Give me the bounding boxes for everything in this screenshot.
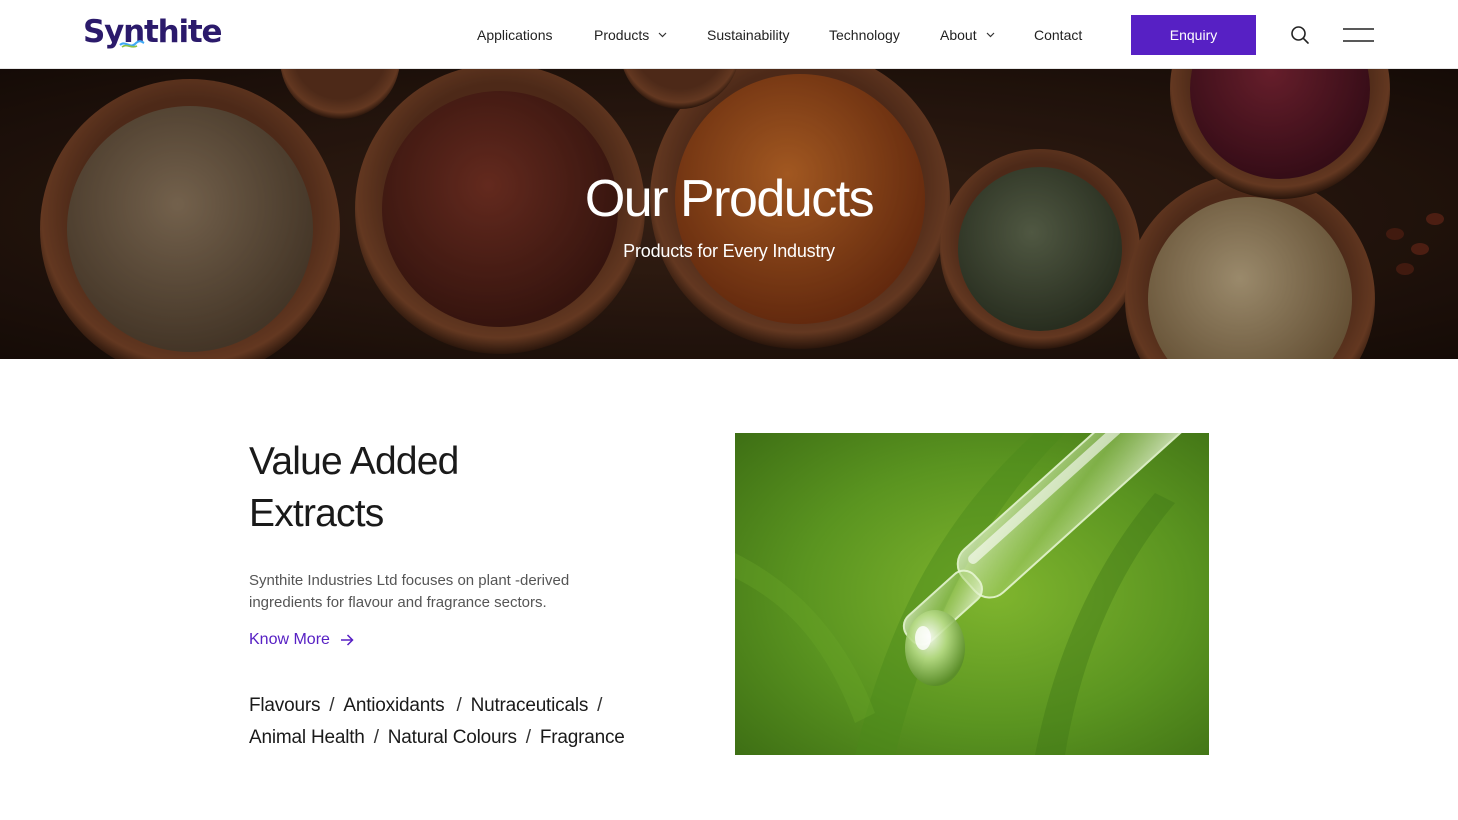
nav-technology[interactable]: Technology — [829, 24, 900, 46]
chevron-down-icon — [658, 32, 667, 38]
tag-animal-health[interactable]: Animal Health — [249, 727, 365, 748]
nav-label: Products — [594, 27, 650, 43]
logo-text: Synthite — [83, 14, 223, 50]
tag-separator: / — [329, 695, 335, 716]
tag-separator: / — [373, 727, 379, 748]
site-header: Synthite Applications Products Sustainab… — [0, 0, 1458, 69]
nav-label: Applications — [477, 27, 553, 43]
know-more-link[interactable]: Know More — [249, 629, 354, 651]
nav-label: Contact — [1034, 27, 1083, 43]
hamburger-menu-icon[interactable] — [1342, 27, 1375, 43]
nav-products[interactable]: Products — [594, 24, 667, 46]
section-title: Value Added Extracts — [249, 436, 609, 540]
tag-natural-colours[interactable]: Natural Colours — [388, 727, 517, 748]
arrow-right-icon — [340, 634, 354, 646]
logo-wave-icon — [119, 40, 145, 48]
nav-contact[interactable]: Contact — [1034, 24, 1082, 46]
section-title-line1: Value Added — [249, 440, 459, 483]
tag-antioxidants[interactable]: Antioxidants — [343, 695, 444, 716]
enquiry-label: Enquiry — [1169, 27, 1218, 43]
product-category-list: Flavours / Antioxidants / Nutraceuticals / An… — [249, 690, 669, 754]
nav-sustainability[interactable]: Sustainability — [707, 24, 790, 46]
nav-about[interactable]: About — [940, 24, 995, 46]
page-subtitle: Products for Every Industry — [623, 241, 835, 261]
nav-label: About — [940, 27, 977, 43]
tag-separator: / — [456, 695, 462, 716]
section-description: Synthite Industries Ltd focuses on plant… — [249, 572, 570, 611]
search-icon[interactable] — [1290, 25, 1310, 45]
section-title-line2: Extracts — [249, 492, 384, 535]
hero-banner: Our Products Products for Every Industry — [0, 69, 1458, 359]
tag-fragrance[interactable]: Fragrance — [540, 727, 625, 748]
tag-separator: / — [597, 695, 603, 716]
tag-flavours[interactable]: Flavours — [249, 695, 320, 716]
enquiry-button[interactable]: Enquiry — [1131, 15, 1256, 55]
tag-nutraceuticals[interactable]: Nutraceuticals — [471, 695, 589, 716]
page-title: Our Products — [584, 170, 875, 228]
extract-dropper-image — [735, 433, 1209, 755]
nav-label: Sustainability — [707, 27, 790, 43]
nav-applications[interactable]: Applications — [477, 24, 553, 46]
nav-label: Technology — [829, 27, 900, 43]
chevron-down-icon — [986, 32, 995, 38]
tag-separator: / — [525, 727, 531, 748]
synthite-logo[interactable]: Synthite — [83, 12, 223, 52]
know-more-label: Know More — [249, 631, 330, 648]
